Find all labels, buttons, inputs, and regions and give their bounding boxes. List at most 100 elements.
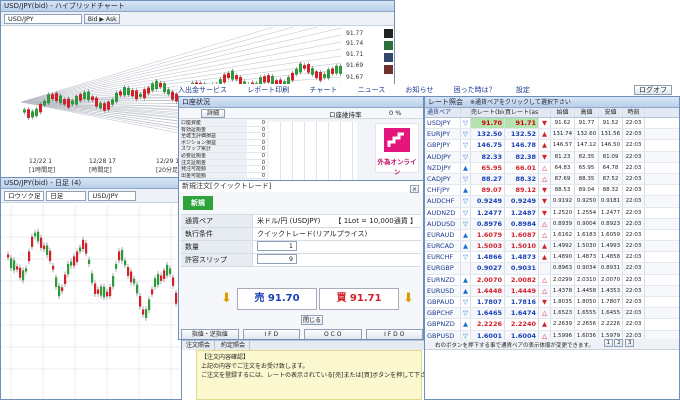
menu-item-deposit[interactable]: 入出金サービス [178, 84, 227, 96]
rate-row[interactable]: EURCHF ▽ 1.4866 1.4873 ▲ 1.4890 1.4873 1.4858 22… [425, 252, 679, 264]
chart-tool-icon[interactable] [384, 65, 393, 74]
rate-cell-ask[interactable]: 1.5010 [505, 241, 539, 252]
rate-cell-bid[interactable]: 2.0070 [471, 274, 505, 285]
close-button[interactable]: 閉じる [301, 315, 323, 325]
rate-cell-bid[interactable]: 146.75 [471, 140, 505, 151]
slippage-stepper[interactable]: 9 [257, 254, 297, 264]
rate-row[interactable]: NZDJPY ▲ 65.95 66.01 △ 64.83 65.95 64.78 22:03 [425, 162, 679, 174]
rate-row[interactable]: CHFJPY ▲ 89.07 89.12 ▼ 88.53 89.04 88.32 22:03 [425, 185, 679, 197]
rate-window: レート照会 ※通貨ペアをクリックして選択下さい 通貨ペア 売レート(bid) 買… [424, 96, 680, 400]
rate-cell-bid[interactable]: 1.6465 [471, 308, 505, 319]
rate-row[interactable]: EURNZD ▲ 2.0070 2.0082 △ 2.0299 2.0310 2.0070 22… [425, 274, 679, 286]
rate-row[interactable]: EURUSD ▲ 1.4448 1.4449 △ 1.4378 1.4458 1.4353 22… [425, 285, 679, 297]
rate-cell-bid[interactable]: 132.50 [471, 129, 505, 140]
rate-cell-ask[interactable]: 82.38 [505, 151, 539, 162]
page-button[interactable]: 2 [614, 339, 624, 347]
chart-tool-icon[interactable] [384, 29, 393, 38]
rate-cell-ask[interactable]: 2.0082 [505, 274, 539, 285]
hybrid-pair-select[interactable]: USD/JPY [4, 14, 82, 24]
quantity-stepper[interactable]: 1 [257, 241, 297, 251]
rate-cell-ask[interactable]: 132.52 [505, 129, 539, 140]
rate-cell-ask[interactable]: 1.7816 [505, 297, 539, 308]
rate-cell-ask[interactable]: 0.9031 [505, 263, 539, 274]
menu-item-help[interactable]: 困った時は？ [454, 84, 496, 96]
rate-cell-bid[interactable]: 1.5003 [471, 241, 505, 252]
rate-cell-ask[interactable]: 0.8984 [505, 218, 539, 229]
daily-chart-canvas[interactable] [1, 205, 182, 400]
menu-item-settings[interactable]: 設定 [516, 84, 530, 96]
rate-row[interactable]: EURAUD ▲ 1.6079 1.6087 △ 1.6162 1.6183 1.6059 22… [425, 229, 679, 242]
rate-cell-bid[interactable]: 0.8976 [471, 218, 505, 229]
order-type-ifd[interactable]: I F D [242, 329, 300, 339]
rate-cell-arr: △ [539, 173, 551, 185]
page-button[interactable]: 3 [625, 339, 635, 347]
detail-button[interactable]: 詳細 [201, 109, 225, 118]
tab-order-inquiry[interactable]: 注文照会 [182, 341, 216, 350]
tab-execution-inquiry[interactable]: 約定照会 [217, 341, 250, 350]
tab-new-order[interactable]: 新規 [183, 196, 213, 210]
logoff-button[interactable]: ログオフ [634, 85, 672, 95]
rate-row[interactable]: AUDNZD ▽ 1.2477 1.2487 ▼ 1.2520 1.2554 1.2477 22… [425, 207, 679, 219]
rate-cell-open: 0.8963 [551, 263, 575, 274]
rate-cell-bid[interactable]: 88.27 [471, 173, 505, 185]
rate-cell-bid[interactable]: 1.7807 [471, 297, 505, 308]
candle [46, 245, 49, 256]
rate-row[interactable]: EURCAD ▲ 1.5003 1.5010 ▲ 1.4992 1.5030 1.4993 22… [425, 241, 679, 253]
rate-row[interactable]: EURJPY ▽ 132.50 132.52 ▲ 131.74 132.60 131.56 22… [425, 129, 679, 141]
rate-cell-ask[interactable]: 1.6474 [505, 308, 539, 319]
menu-item-news[interactable]: ニュース [358, 84, 386, 96]
rate-cell-ask[interactable]: 88.32 [505, 173, 539, 185]
buy-button[interactable]: 買 91.71 [319, 288, 399, 310]
order-type-ifdo[interactable]: I F D O [365, 329, 423, 339]
chart-tool-icon[interactable] [384, 53, 393, 62]
rate-row[interactable]: USDJPY ▽ 91.70 91.71 ▼ 91.62 91.77 91.52 22:03 [425, 118, 679, 130]
rate-row[interactable]: EURGBP 0.9027 0.9031 0.8963 0.9034 0.8931 22:0… [425, 263, 679, 275]
daily-pair-select[interactable]: USD/JPY [88, 191, 137, 201]
candle [16, 266, 19, 270]
menu-item-notice[interactable]: お知らせ [406, 84, 434, 96]
period-select[interactable]: 日足 [46, 191, 87, 201]
sell-button[interactable]: 売 91.70 [237, 288, 317, 310]
menu-item-chart[interactable]: チャート [309, 84, 337, 96]
rate-cell-bid[interactable]: 1.4448 [471, 285, 505, 296]
rate-cell-ask[interactable]: 1.4449 [505, 285, 539, 296]
rate-cell-bid[interactable]: 0.9249 [471, 196, 505, 207]
rate-cell-ask[interactable]: 0.9249 [505, 196, 539, 207]
rate-row[interactable]: GBPAUD ▽ 1.7807 1.7816 ▼ 1.8035 1.8050 1.7807 22… [425, 297, 679, 309]
page-button[interactable]: 1 [603, 339, 613, 347]
rate-row[interactable]: AUDJPY ▽ 82.33 82.38 ▼ 81.23 82.35 81.09 22:03 [425, 151, 679, 163]
bid-ask-toggle[interactable]: Bid ▶ Ask [84, 14, 121, 24]
rate-cell-dir: ▲ [461, 285, 471, 296]
rate-row[interactable]: GBPNZD ▲ 2.2226 2.2240 ▲ 2.2639 2.2656 2.2226 22… [425, 319, 679, 331]
rate-cell-ask[interactable]: 1.6087 [505, 229, 539, 241]
rate-row[interactable]: AUDUSD ▽ 0.8976 0.8984 △ 0.8939 0.9004 0.8923 22… [425, 218, 679, 230]
rate-cell-ask[interactable]: 146.78 [505, 140, 539, 151]
rate-cell-bid[interactable]: 1.2477 [471, 207, 505, 218]
rate-cell-ask[interactable]: 2.2240 [505, 319, 539, 330]
rate-cell-ask[interactable]: 1.2487 [505, 207, 539, 218]
rate-cell-bid[interactable]: 2.2226 [471, 319, 505, 330]
rate-cell-bid[interactable]: 1.4866 [471, 252, 505, 263]
rate-cell-bid[interactable]: 0.9027 [471, 263, 505, 274]
chart-type-select[interactable]: ロウソク足 [4, 191, 44, 201]
rate-cell-bid[interactable]: 65.95 [471, 162, 505, 173]
menu-item-report[interactable]: レポート印刷 [247, 84, 289, 96]
candle [139, 296, 142, 307]
chart-tool-icon[interactable] [384, 41, 393, 50]
rate-cell-ask[interactable]: 89.12 [505, 185, 539, 196]
order-type-oco[interactable]: O C O [304, 329, 362, 339]
order-type-limit[interactable]: 指値・逆指値 [181, 329, 239, 339]
rate-row[interactable]: GBPJPY ▽ 146.75 146.78 ▲ 146.57 147.12 146.50 22… [425, 140, 679, 152]
rate-cell-bid[interactable]: 91.70 [471, 118, 505, 129]
rate-cell-ask[interactable]: 91.71 [505, 118, 539, 129]
rate-cell-bid[interactable]: 82.33 [471, 151, 505, 162]
rate-cell-ask[interactable]: 66.01 [505, 162, 539, 173]
rate-row[interactable]: AUDCHF ▽ 0.9249 0.9249 ▼ 0.9192 0.9250 0.9181 22… [425, 196, 679, 208]
rate-cell-bid[interactable]: 89.07 [471, 185, 505, 196]
rate-cell-bid[interactable]: 1.6079 [471, 229, 505, 241]
rate-cell-pair: GBPJPY [425, 140, 461, 151]
rate-row[interactable]: GBPCHF ▽ 1.6465 1.6474 △ 1.6523 1.6555 1.6455 22… [425, 308, 679, 320]
rate-cell-ask[interactable]: 1.4873 [505, 252, 539, 263]
close-icon[interactable]: × [410, 185, 419, 193]
rate-row[interactable]: CADJPY ▽ 88.27 88.32 △ 87.69 88.35 87.52 22:03 [425, 173, 679, 186]
